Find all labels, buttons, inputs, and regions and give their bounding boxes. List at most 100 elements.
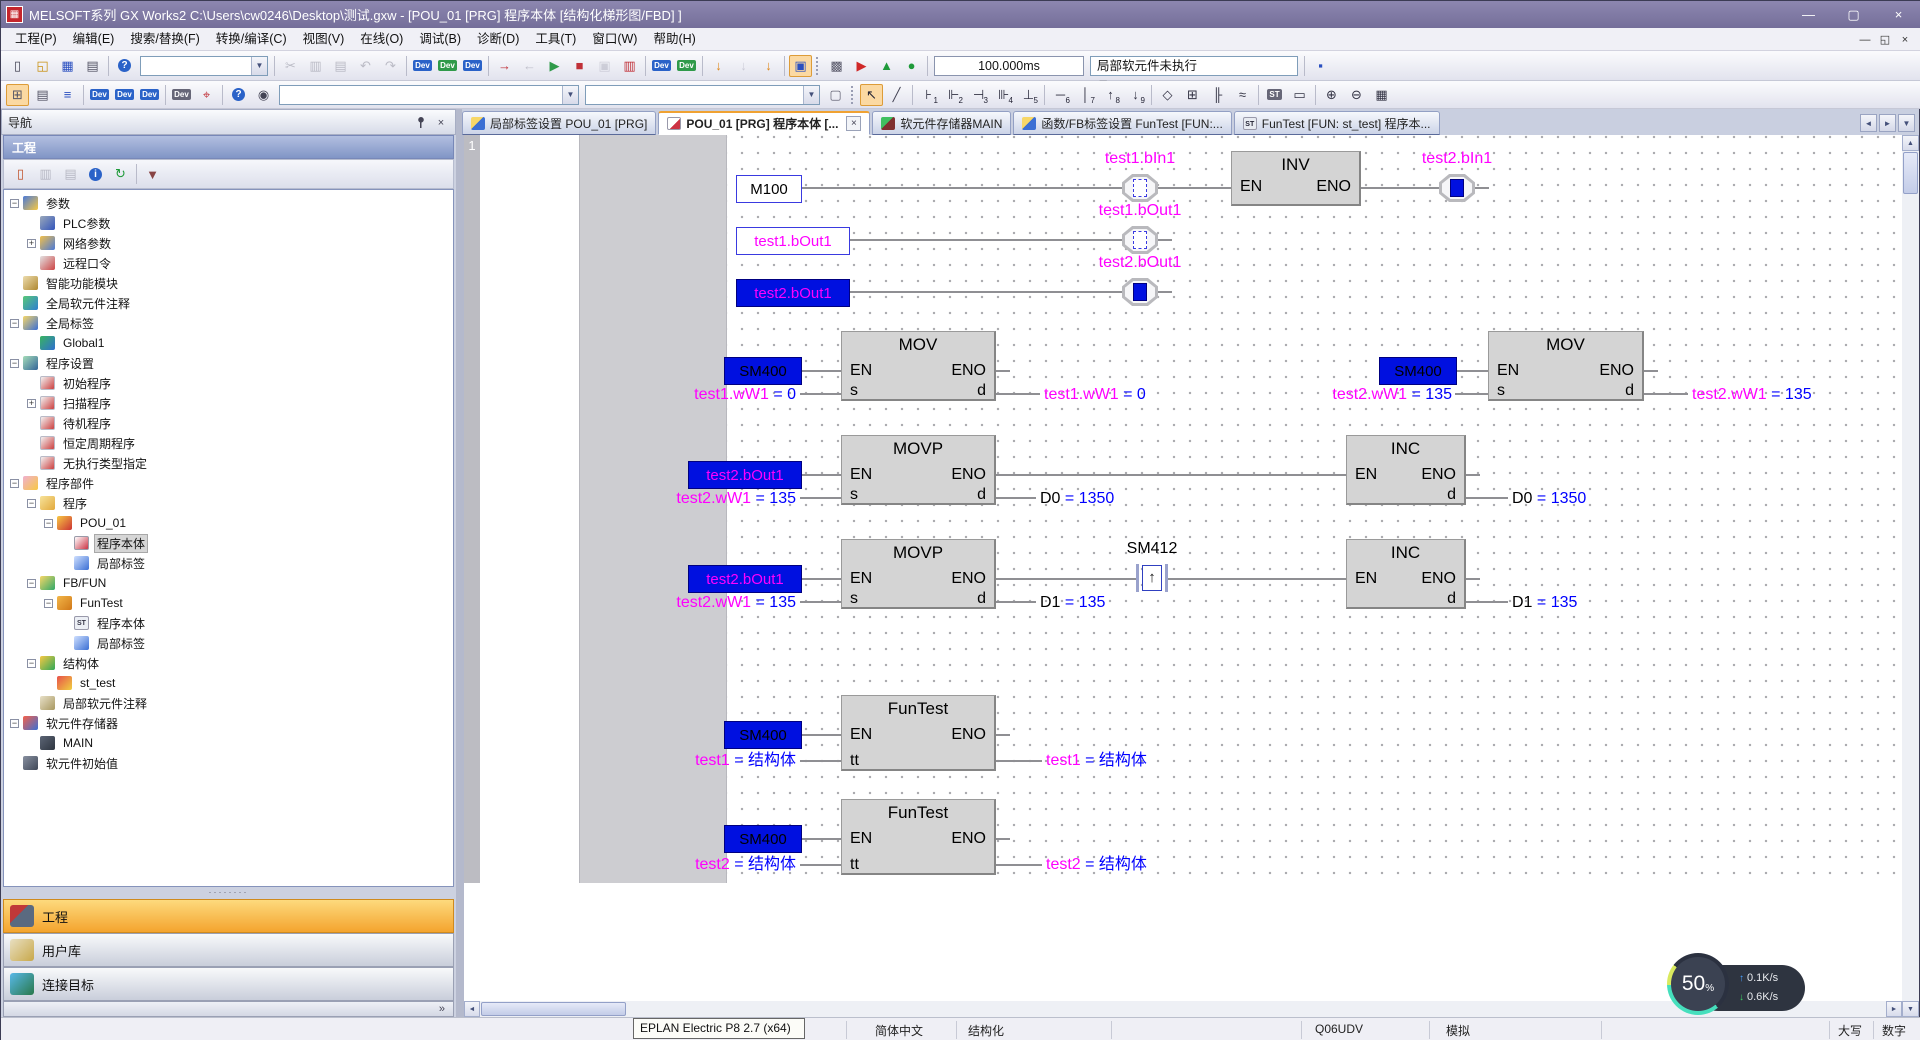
copy-data-icon[interactable]: ▥: [34, 163, 57, 185]
menu-item-2[interactable]: 编辑(E): [65, 29, 123, 50]
menu-item-10[interactable]: 窗口(W): [584, 29, 645, 50]
combo-arrow-icon[interactable]: ▼: [251, 57, 267, 75]
minimize-button[interactable]: —: [1786, 1, 1831, 28]
device-SM400[interactable]: SM400: [1379, 357, 1457, 385]
operand-label[interactable]: test1 = 结构体: [1046, 752, 1147, 770]
vertical-line-icon[interactable]: │7: [1074, 84, 1097, 106]
tab-5[interactable]: STFunTest [FUN: st_test] 程序本...: [1234, 111, 1440, 135]
tree-item-MAIN[interactable]: MAIN: [4, 733, 453, 753]
tree-item-网络参数[interactable]: +网络参数: [4, 233, 453, 253]
collapse-icon[interactable]: −: [27, 579, 36, 588]
horizontal-line-icon[interactable]: ─6: [1049, 84, 1072, 106]
data-property-icon[interactable]: i: [84, 163, 107, 185]
interconnect-mode-icon[interactable]: ╱: [885, 84, 908, 106]
operand-label[interactable]: test2 = 结构体: [695, 856, 796, 874]
menu-item-7[interactable]: 调试(B): [411, 29, 469, 50]
collapse-icon[interactable]: −: [44, 519, 53, 528]
scan-time-field[interactable]: 100.000ms: [934, 56, 1084, 76]
navigation-window-icon[interactable]: ⊞: [6, 84, 29, 106]
read-from-plc-icon[interactable]: ←: [518, 55, 541, 77]
operand-label[interactable]: D0 = 1350: [1512, 490, 1586, 508]
operand-label[interactable]: test2.wW1 = 135: [676, 490, 796, 508]
tree-item-局部标签[interactable]: 局部标签: [4, 553, 453, 573]
print-preview-icon[interactable]: ▢: [824, 84, 847, 106]
tree-item-智能功能模块[interactable]: 智能功能模块: [4, 273, 453, 293]
close-contact-icon[interactable]: ⊩2: [942, 84, 965, 106]
block-MOV-1[interactable]: MOVENENOsd: [841, 331, 996, 401]
tree-item-参数[interactable]: −参数: [4, 193, 453, 213]
tree-item-程序设置[interactable]: −程序设置: [4, 353, 453, 373]
device-test-icon[interactable]: Dev: [650, 55, 673, 77]
zoom-fit-icon[interactable]: ▦: [1370, 84, 1393, 106]
operand-label[interactable]: D1 = 135: [1512, 594, 1577, 612]
nav-button-用户库[interactable]: 用户库: [3, 933, 454, 967]
mdi-minimize-icon[interactable]: —: [1855, 31, 1875, 48]
new-data-icon[interactable]: ▯: [9, 163, 32, 185]
menu-item-9[interactable]: 工具(T): [527, 29, 584, 50]
close-panel-icon[interactable]: ×: [433, 115, 449, 130]
paste-data-icon[interactable]: ▤: [59, 163, 82, 185]
device-use-list-icon[interactable]: Dev: [113, 84, 136, 106]
device-comment-icon[interactable]: Dev: [411, 55, 434, 77]
mdi-restore-icon[interactable]: ◱: [1875, 31, 1895, 48]
contact-test2-bIn1[interactable]: [1439, 174, 1475, 202]
tree-item-恒定周期程序[interactable]: 恒定周期程序: [4, 433, 453, 453]
monitor-start-icon[interactable]: ▶: [543, 55, 566, 77]
operand-label[interactable]: test2.wW1 = 135: [676, 594, 796, 612]
block-INV[interactable]: INVENENO: [1231, 151, 1361, 206]
operand-label[interactable]: test1.wW1 = 0: [694, 386, 796, 404]
error-icon[interactable]: ●: [900, 55, 923, 77]
guided-edit-icon[interactable]: ▭: [1288, 84, 1311, 106]
block-MOVP-2[interactable]: MOVPENENOsd: [841, 539, 996, 609]
collapse-icon[interactable]: −: [27, 659, 36, 668]
comment-icon[interactable]: ≈: [1231, 84, 1254, 106]
monitor-pause-icon[interactable]: ▣: [593, 55, 616, 77]
nav-button-连接目标[interactable]: 连接目标: [3, 967, 454, 1001]
tree-item-软元件存储器[interactable]: −软元件存储器: [4, 713, 453, 733]
device-batch-icon[interactable]: Dev: [461, 55, 484, 77]
help2-icon[interactable]: ?: [227, 84, 250, 106]
tree-item-远程口令[interactable]: 远程口令: [4, 253, 453, 273]
input-M100[interactable]: M100: [736, 175, 802, 203]
block-FunTest-2[interactable]: FunTestENENOtt: [841, 799, 996, 875]
tree-item-PLC参数[interactable]: PLC参数: [4, 213, 453, 233]
refresh-icon[interactable]: ↻: [109, 163, 132, 185]
find-combo[interactable]: ▼: [279, 85, 579, 105]
device-SM400[interactable]: SM400: [724, 721, 802, 749]
operand-label[interactable]: test2 = 结构体: [1046, 856, 1147, 874]
tree-item-结构体[interactable]: −结构体: [4, 653, 453, 673]
device-SM400[interactable]: SM400: [724, 825, 802, 853]
tree-item-待机程序[interactable]: 待机程序: [4, 413, 453, 433]
collapse-icon[interactable]: −: [10, 719, 19, 728]
block-MOV-2[interactable]: MOVENENOsd: [1488, 331, 1644, 401]
device-execution-dropdown[interactable]: 局部软元件未执行▼: [1090, 56, 1298, 76]
nav-overflow-strip[interactable]: »: [3, 1001, 454, 1017]
tree-item-局部软元件注释[interactable]: 局部软元件注释: [4, 693, 453, 713]
monitor-write-icon[interactable]: ▥: [618, 55, 641, 77]
select-mode-icon[interactable]: ↖: [860, 84, 883, 106]
device-monitor-icon[interactable]: Dev: [436, 55, 459, 77]
scroll-up-icon[interactable]: ▲: [1902, 135, 1919, 151]
operand-label[interactable]: D1 = 135: [1040, 594, 1105, 612]
expand-icon[interactable]: +: [27, 239, 36, 248]
menu-item-4[interactable]: 转换/编译(C): [208, 29, 295, 50]
scroll-down-icon[interactable]: ▼: [1902, 1001, 1919, 1017]
mdi-close-icon[interactable]: ×: [1895, 31, 1915, 48]
tab-scroll-right-icon[interactable]: ►: [1879, 114, 1896, 132]
menu-item-1[interactable]: 工程(P): [7, 29, 65, 50]
contact-test2-bOut1[interactable]: [1122, 278, 1158, 306]
zoom-in-icon[interactable]: ⊕: [1320, 84, 1343, 106]
menu-item-6[interactable]: 在线(O): [352, 29, 411, 50]
open-contact-icon[interactable]: ⊦1: [917, 84, 940, 106]
find-icon[interactable]: ◉: [252, 84, 275, 106]
collapse-icon[interactable]: −: [10, 199, 19, 208]
block-INC-2[interactable]: INCENENOd: [1346, 539, 1466, 609]
block-MOVP-1[interactable]: MOVPENENOsd: [841, 435, 996, 505]
print-icon[interactable]: ▤: [81, 55, 104, 77]
help-icon[interactable]: ?: [113, 55, 136, 77]
open-file-icon[interactable]: ◱: [31, 55, 54, 77]
pin-icon[interactable]: [413, 115, 429, 130]
step-stop-icon[interactable]: ↓: [732, 55, 755, 77]
block-INC-1[interactable]: INCENENOd: [1346, 435, 1466, 505]
tree-item-无执行类型指定[interactable]: 无执行类型指定: [4, 453, 453, 473]
